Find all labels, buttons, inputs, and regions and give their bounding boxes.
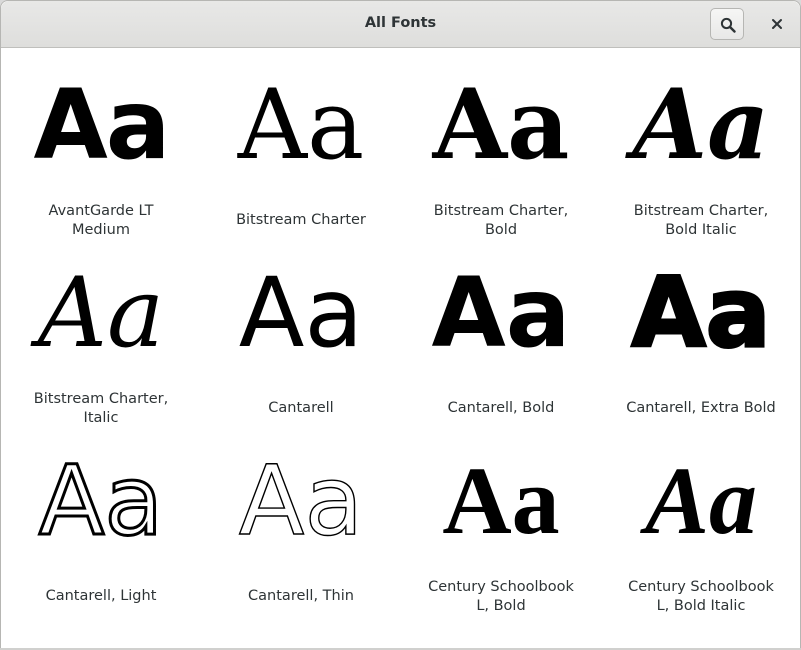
font-tile-cantarell-thin[interactable]: Aa Cantarell, Thin	[201, 424, 401, 612]
font-name-label: Century Schoolbook L, Bold Italic	[628, 579, 774, 614]
font-name-label: Bitstream Charter, Bold Italic	[633, 203, 769, 238]
font-viewer-window: All Fonts Aa AvantGarde LT Medium Aa Bit…	[0, 0, 801, 650]
font-tile-cantarell-light[interactable]: Aa Cantarell, Light	[1, 424, 201, 612]
window-title: All Fonts	[364, 15, 437, 31]
header-bar: All Fonts	[1, 1, 800, 48]
close-icon	[772, 19, 782, 29]
font-sample: Aa	[432, 68, 570, 181]
font-sample: Aa	[33, 69, 170, 181]
font-grid: Aa AvantGarde LT Medium Aa Bitstream Cha…	[1, 48, 800, 649]
font-name-label: Cantarell, Bold	[447, 400, 555, 416]
font-sample: Aa	[238, 445, 364, 557]
font-tile-century-schoolbook-l-bold[interactable]: Aa Century Schoolbook L, Bold	[401, 424, 601, 614]
font-sample: Aa	[442, 447, 560, 554]
font-name-label: Century Schoolbook L, Bold	[428, 579, 574, 614]
font-name-label: Cantarell, Light	[45, 588, 157, 604]
font-sample: Aa	[37, 257, 165, 369]
font-name-label: Bitstream Charter, Bold	[433, 203, 569, 238]
font-sample: Aa	[632, 68, 770, 181]
font-name-label: Cantarell	[268, 400, 334, 416]
font-tile-bitstream-charter-bold-italic[interactable]: Aa Bitstream Charter, Bold Italic	[601, 48, 800, 239]
font-sample: Aa	[644, 447, 758, 554]
font-name-label: Cantarell, Thin	[248, 588, 354, 604]
font-sample: Aa	[431, 257, 571, 369]
font-tile-bitstream-charter-bold[interactable]: Aa Bitstream Charter, Bold	[401, 48, 601, 239]
search-icon	[720, 17, 736, 33]
font-sample: Aa	[238, 257, 364, 369]
font-tile-cantarell-bold[interactable]: Aa Cantarell, Bold	[401, 236, 601, 424]
font-tile-bitstream-charter-italic[interactable]: Aa Bitstream Charter, Italic	[1, 236, 201, 426]
font-tile-bitstream-charter[interactable]: Aa Bitstream Charter	[201, 48, 401, 236]
font-tile-avantgarde-lt-medium[interactable]: Aa AvantGarde LT Medium	[1, 48, 201, 238]
font-sample: Aa	[630, 257, 772, 370]
font-sample: Aa	[37, 445, 165, 558]
search-button[interactable]	[710, 8, 744, 40]
font-name-label: Bitstream Charter, Italic	[33, 391, 169, 426]
font-tile-cantarell[interactable]: Aa Cantarell	[201, 236, 401, 424]
font-tile-cantarell-extra-bold[interactable]: Aa Cantarell, Extra Bold	[601, 236, 800, 424]
font-name-label: Bitstream Charter	[236, 212, 366, 228]
close-button[interactable]	[763, 10, 791, 38]
font-name-label: AvantGarde LT Medium	[48, 203, 154, 238]
font-tile-century-schoolbook-l-bold-italic[interactable]: Aa Century Schoolbook L, Bold Italic	[601, 424, 800, 614]
font-name-label: Cantarell, Extra Bold	[626, 400, 776, 416]
font-sample: Aa	[237, 69, 365, 181]
